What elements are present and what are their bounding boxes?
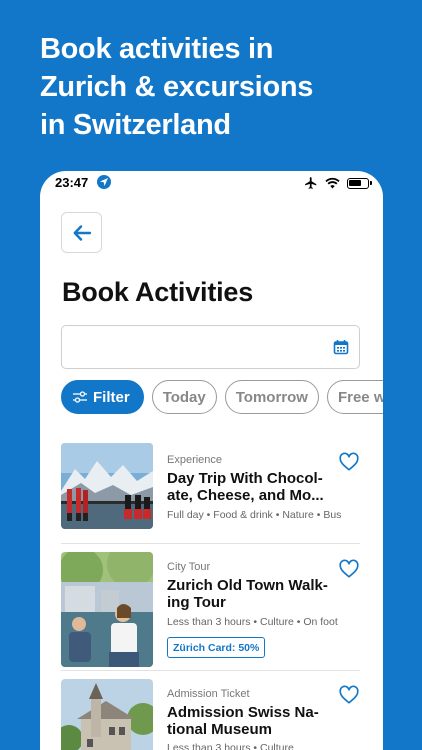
airplane-icon <box>305 177 317 189</box>
promo-headline-line-3: in Switzerland <box>40 109 231 141</box>
chip-today[interactable]: Today <box>151 380 217 414</box>
activity-list: Experience Day Trip With Chocol- ate, Ch… <box>61 440 360 750</box>
activity-category: Admission Ticket <box>167 688 250 700</box>
date-input[interactable] <box>72 326 322 368</box>
status-bar: 23:47 <box>40 171 383 195</box>
activity-category: Experience <box>167 454 223 466</box>
back-button[interactable] <box>61 212 102 253</box>
calendar-icon[interactable] <box>333 339 349 355</box>
status-icons <box>304 176 372 190</box>
battery-icon <box>347 177 372 189</box>
activity-card[interactable]: Admission Ticket Admission Swiss Na- tio… <box>61 671 360 750</box>
activity-meta: Full day • Food & drink • Nature • Bus <box>167 509 342 521</box>
activity-image-zurich-old-town <box>61 552 153 667</box>
activity-title: Day Trip With Chocol- ate, Cheese, and M… <box>167 470 337 504</box>
activity-meta: Less than 3 hours • Culture <box>167 742 294 750</box>
heart-icon[interactable] <box>338 684 360 706</box>
wifi-icon <box>325 177 340 189</box>
activity-title-line-2: ing Tour <box>167 594 226 611</box>
zurich-card-badge: Zürich Card: 50% <box>167 637 266 658</box>
status-time: 23:47 <box>55 175 89 190</box>
activity-image-swiss-national-museum <box>61 679 153 750</box>
activity-card[interactable]: City Tour Zurich Old Town Walk- ing Tour… <box>61 544 360 671</box>
filter-button[interactable]: Filter <box>61 380 144 414</box>
activity-title-line-1: Day Trip With Chocol- <box>167 470 323 487</box>
filter-chips: Filter Today Tomorrow Free wi <box>61 380 383 414</box>
activity-card[interactable]: Experience Day Trip With Chocol- ate, Ch… <box>61 440 360 544</box>
activity-category: City Tour <box>167 561 211 573</box>
sliders-icon <box>73 391 87 403</box>
promo-headline: Book activities in Zurich & excursions i… <box>40 30 400 144</box>
activity-title-line-2: tional Museum <box>167 721 273 738</box>
phone-screen: 23:47 Book Activities Filter Today Tomor… <box>40 171 383 750</box>
arrow-left-icon <box>73 224 91 241</box>
page-title: Book Activities <box>62 277 254 307</box>
heart-icon[interactable] <box>338 451 360 473</box>
filter-label: Filter <box>93 388 130 406</box>
chip-tomorrow[interactable]: Tomorrow <box>224 380 319 414</box>
promo-headline-line-2: Zurich & excursions <box>40 71 314 103</box>
heart-icon[interactable] <box>338 558 360 580</box>
activity-meta: Less than 3 hours • Culture • On foot <box>167 616 338 628</box>
activity-image-chocolate-trip <box>61 443 153 529</box>
chip-free[interactable]: Free wi <box>326 380 383 414</box>
activity-title-line-1: Zurich Old Town Walk- <box>167 577 328 594</box>
activity-title-line-2: ate, Cheese, and Mo... <box>167 487 324 504</box>
activity-title-line-1: Admission Swiss Na- <box>167 704 319 721</box>
promo-headline-line-1: Book activities in <box>40 33 274 65</box>
activity-title: Admission Swiss Na- tional Museum <box>167 704 337 738</box>
activity-title: Zurich Old Town Walk- ing Tour <box>167 577 337 611</box>
date-field[interactable] <box>61 325 360 369</box>
location-arrow-icon <box>97 175 111 189</box>
